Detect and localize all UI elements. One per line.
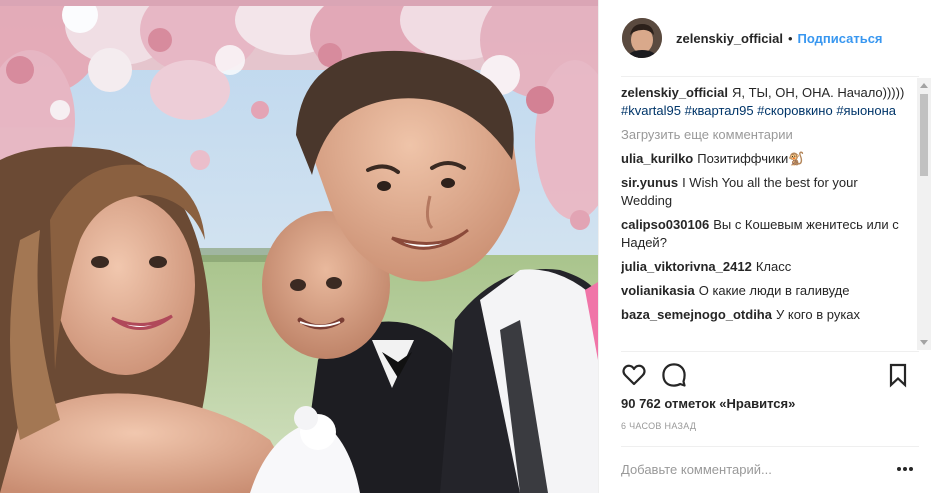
hashtag-link[interactable]: #kvartal95	[621, 103, 681, 118]
bookmark-icon	[889, 363, 907, 388]
comment-button[interactable]	[661, 362, 687, 388]
comment-username[interactable]: sir.yunus	[621, 175, 678, 190]
comment-text: О какие люди в галивуде	[698, 283, 850, 298]
scroll-up-arrow-icon[interactable]	[920, 83, 928, 88]
divider	[621, 351, 919, 352]
caption-text: Я, ТЫ, ОН, ОНА. Начало)))))	[731, 85, 905, 100]
comments-list: zelenskiy_official Я, ТЫ, ОН, ОНА. Начало…	[621, 84, 911, 350]
comment-icon	[662, 363, 686, 387]
comment-username[interactable]: baza_semejnogo_otdiha	[621, 307, 772, 322]
comments-scrollbar[interactable]	[917, 78, 931, 350]
avatar[interactable]	[622, 18, 662, 58]
hashtag-link[interactable]: #скоровкино	[757, 103, 833, 118]
comment-username[interactable]: calipso030106	[621, 217, 709, 232]
hashtag-link[interactable]: #яыонона	[836, 103, 896, 118]
comment-item: sir.yunus I Wish You all the best for you…	[621, 174, 911, 210]
comment-text: Позитиффчики🐒	[697, 151, 805, 166]
comment-item: volianikasia О какие люди в галивуде	[621, 282, 911, 300]
likes-number: 90 762	[621, 396, 661, 411]
divider	[621, 446, 919, 447]
scroll-down-arrow-icon[interactable]	[920, 340, 928, 345]
likes-count[interactable]: 90 762 отметок «Нравится»	[621, 396, 795, 411]
header-separator: •	[787, 30, 793, 46]
load-more-comments-button[interactable]: Загрузить еще комментарии	[621, 126, 911, 144]
comment-item: baza_semejnogo_otdiha У кого в руках	[621, 306, 911, 324]
divider	[621, 76, 919, 77]
comment-item: calipso030106 Вы с Кошевым женитесь или с…	[621, 216, 911, 252]
post-header: zelenskiy_official • Подписаться	[599, 0, 934, 76]
avatar-image	[622, 18, 662, 58]
scrollbar-thumb[interactable]	[920, 94, 928, 176]
save-button[interactable]	[885, 362, 911, 388]
add-comment-input[interactable]	[621, 458, 891, 480]
wedding-selfie-image	[0, 0, 598, 493]
hashtag-link[interactable]: #квартал95	[685, 103, 754, 118]
comment-item: ulia_kurilko Позитиффчики🐒	[621, 150, 911, 168]
comment-item: julia_viktorivna_2412 Класс	[621, 258, 911, 276]
post-sidebar: zelenskiy_official • Подписаться zelensk…	[598, 0, 934, 493]
more-options-icon	[897, 467, 913, 471]
post-timestamp[interactable]: 6 часов назад	[621, 421, 696, 431]
caption: zelenskiy_official Я, ТЫ, ОН, ОНА. Начало…	[621, 84, 911, 120]
comment-text: У кого в руках	[775, 307, 861, 322]
comment-text: Класс	[755, 259, 792, 274]
like-button[interactable]	[621, 362, 647, 388]
follow-button[interactable]: Подписаться	[798, 31, 883, 46]
post-author-username[interactable]: zelenskiy_official	[676, 31, 783, 46]
comment-username[interactable]: ulia_kurilko	[621, 151, 693, 166]
post-actions	[621, 362, 917, 388]
comment-username[interactable]: julia_viktorivna_2412	[621, 259, 752, 274]
comment-username[interactable]: zelenskiy_official	[621, 85, 728, 100]
heart-icon	[622, 364, 646, 386]
more-options-button[interactable]	[895, 460, 915, 478]
comment-username[interactable]: volianikasia	[621, 283, 695, 298]
likes-label: отметок «Нравится»	[664, 396, 796, 411]
post-photo[interactable]	[0, 0, 598, 493]
